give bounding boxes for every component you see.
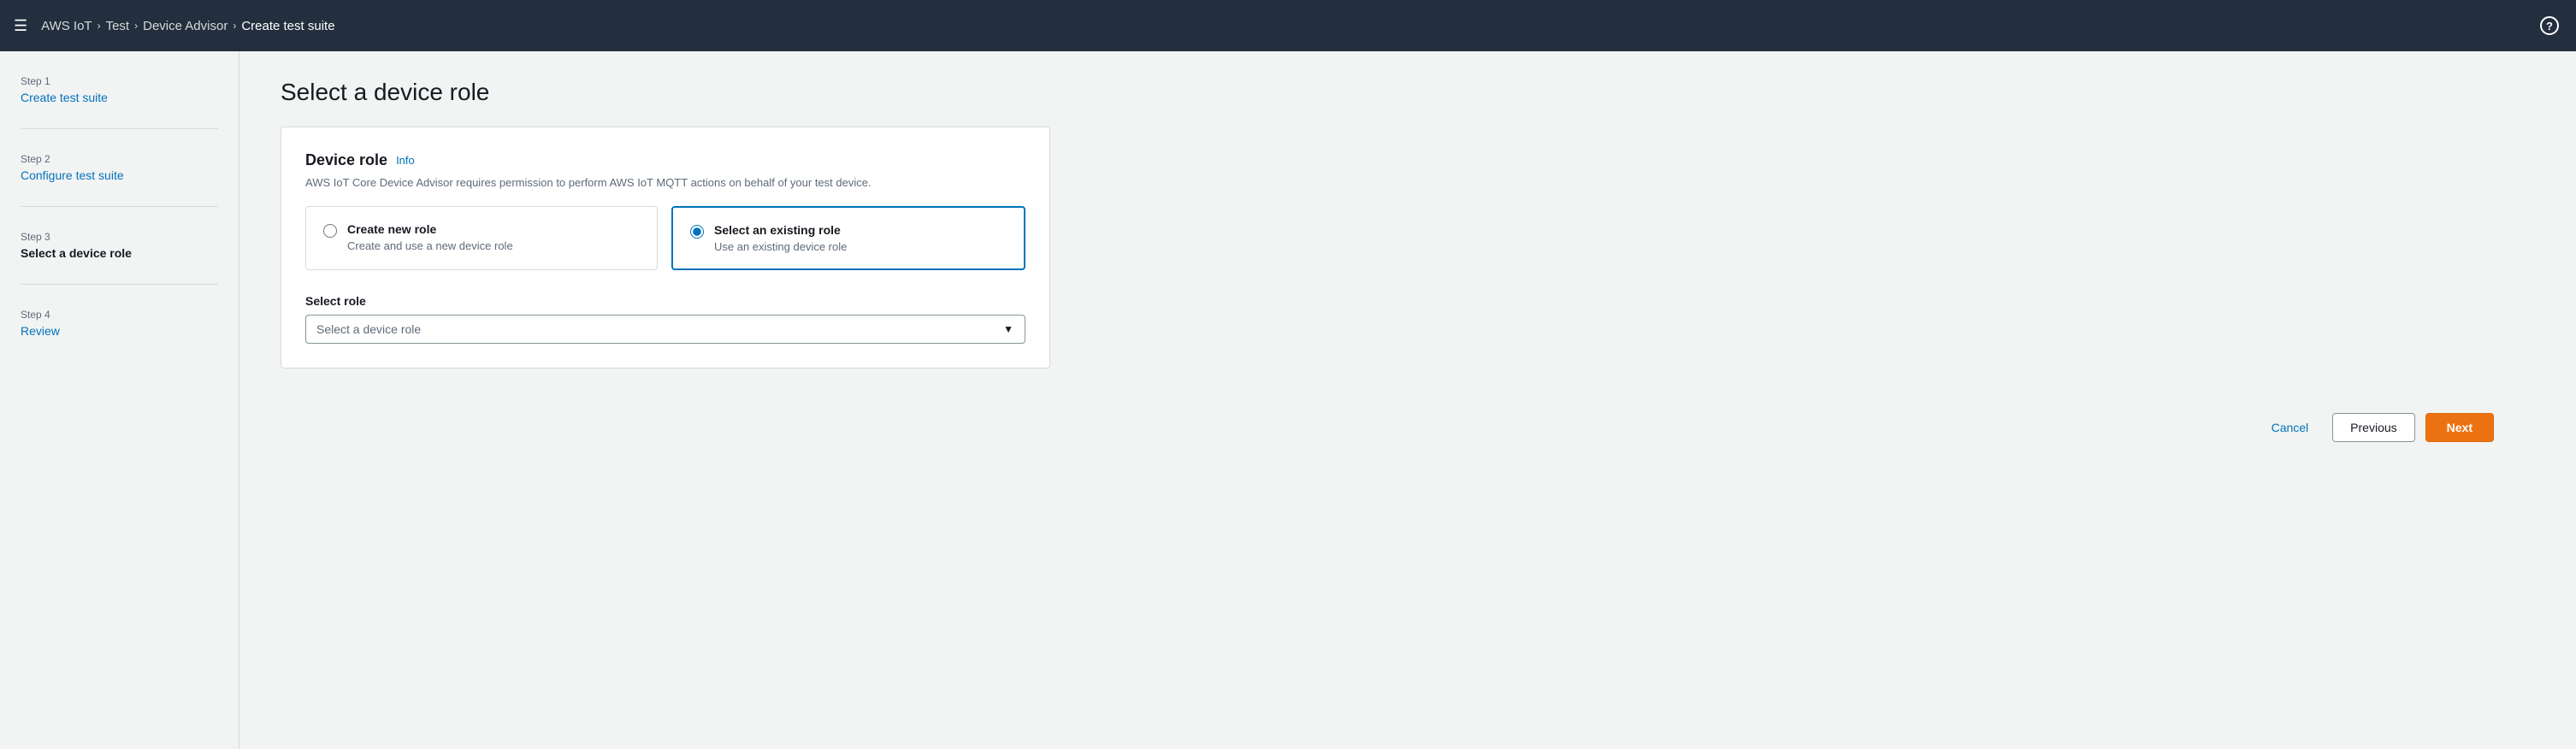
step-3-label: Step 3 <box>21 231 218 243</box>
hamburger-icon[interactable]: ☰ <box>14 17 27 35</box>
main-content: Select a device role Device role Info AW… <box>239 51 2576 749</box>
next-button[interactable]: Next <box>2425 413 2494 442</box>
breadcrumb-sep-3: › <box>233 20 236 32</box>
step-4-label: Step 4 <box>21 309 218 321</box>
select-existing-role-title: Select an existing role <box>714 223 847 237</box>
select-role-label: Select role <box>305 294 1025 308</box>
breadcrumb-device-advisor[interactable]: Device Advisor <box>143 19 227 33</box>
previous-button[interactable]: Previous <box>2332 413 2414 442</box>
breadcrumb-sep-2: › <box>134 20 138 32</box>
select-existing-role-card[interactable]: Select an existing role Use an existing … <box>671 206 1025 270</box>
cancel-button[interactable]: Cancel <box>2258 414 2323 441</box>
step-3-item: Step 3 Select a device role <box>21 231 218 260</box>
select-existing-role-content: Select an existing role Use an existing … <box>714 223 847 253</box>
footer-actions: Cancel Previous Next <box>281 396 2535 459</box>
breadcrumb: AWS IoT › Test › Device Advisor › Create… <box>41 19 334 33</box>
page-title: Select a device role <box>281 79 2535 106</box>
step-3-name: Select a device role <box>21 246 132 260</box>
select-role-wrapper: Select a device role <box>305 315 1025 344</box>
select-existing-role-radio[interactable] <box>690 225 704 239</box>
create-new-role-content: Create new role Create and use a new dev… <box>347 222 513 252</box>
top-nav: ☰ AWS IoT › Test › Device Advisor › Crea… <box>0 0 2576 51</box>
radio-cards-group: Create new role Create and use a new dev… <box>305 206 1025 270</box>
step-4-item: Step 4 Review <box>21 309 218 338</box>
step-2-link[interactable]: Configure test suite <box>21 168 124 182</box>
breadcrumb-test[interactable]: Test <box>106 19 130 33</box>
card-header: Device role Info <box>305 151 1025 169</box>
sidebar: Step 1 Create test suite Step 2 Configur… <box>0 51 239 749</box>
main-layout: Step 1 Create test suite Step 2 Configur… <box>0 51 2576 749</box>
card-description: AWS IoT Core Device Advisor requires per… <box>305 176 1025 189</box>
step-1-label: Step 1 <box>21 75 218 87</box>
create-new-role-radio[interactable] <box>323 224 337 238</box>
step-1-item: Step 1 Create test suite <box>21 75 218 104</box>
create-new-role-desc: Create and use a new device role <box>347 239 513 252</box>
select-role-section: Select role Select a device role <box>305 294 1025 344</box>
divider-3 <box>21 284 218 285</box>
card-title: Device role <box>305 151 387 169</box>
divider-2 <box>21 206 218 207</box>
help-icon[interactable]: ? <box>2540 16 2559 36</box>
step-4-link[interactable]: Review <box>21 324 60 338</box>
device-role-card: Device role Info AWS IoT Core Device Adv… <box>281 127 1050 369</box>
divider-1 <box>21 128 218 129</box>
breadcrumb-current: Create test suite <box>241 19 334 33</box>
step-1-link[interactable]: Create test suite <box>21 91 108 104</box>
create-new-role-card[interactable]: Create new role Create and use a new dev… <box>305 206 658 270</box>
select-existing-role-desc: Use an existing device role <box>714 240 847 253</box>
select-role-dropdown[interactable]: Select a device role <box>305 315 1025 344</box>
create-new-role-title: Create new role <box>347 222 513 236</box>
step-2-label: Step 2 <box>21 153 218 165</box>
info-link[interactable]: Info <box>396 154 415 167</box>
breadcrumb-sep-1: › <box>97 20 101 32</box>
step-2-item: Step 2 Configure test suite <box>21 153 218 182</box>
help-circle-icon: ? <box>2540 16 2559 35</box>
breadcrumb-aws-iot[interactable]: AWS IoT <box>41 19 92 33</box>
